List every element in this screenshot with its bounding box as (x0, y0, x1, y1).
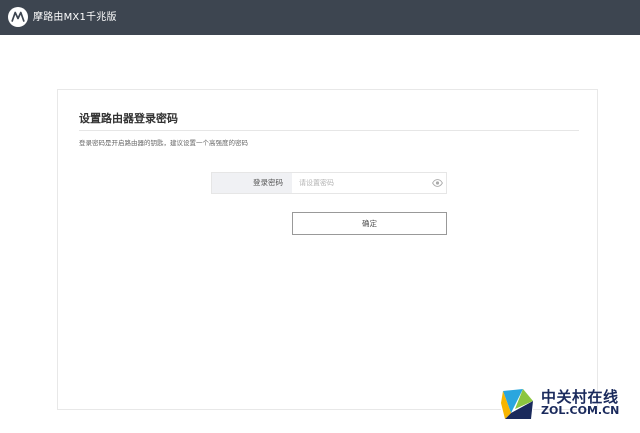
motorola-logo-icon (8, 7, 28, 27)
app-title: 摩路由MX1千兆版 (33, 12, 117, 23)
zol-logo-icon (501, 387, 533, 419)
password-label: 登录密码 (212, 173, 292, 193)
title-divider (79, 130, 579, 131)
watermark-english: ZOL.COM.CN (541, 404, 620, 417)
page-title: 设置路由器登录密码 (79, 112, 178, 125)
eye-icon[interactable] (428, 173, 446, 193)
password-field-row: 登录密码 (211, 172, 447, 194)
page-description: 登录密码是开启路由器的钥匙，建议设置一个高强度的密码 (79, 139, 248, 147)
top-bar: 摩路由MX1千兆版 (0, 0, 640, 35)
zol-watermark: 中关村在线 ZOL.COM.CN (497, 382, 637, 424)
password-setup-card: 设置路由器登录密码 登录密码是开启路由器的钥匙，建议设置一个高强度的密码 登录密… (57, 89, 598, 410)
password-input[interactable] (292, 173, 428, 193)
confirm-button[interactable]: 确定 (292, 212, 447, 235)
